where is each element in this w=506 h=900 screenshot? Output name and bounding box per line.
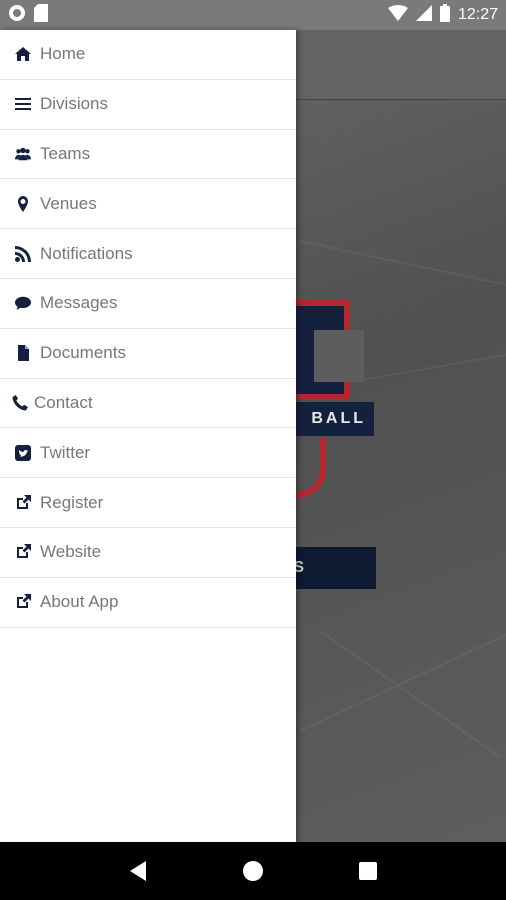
external-link-icon — [12, 593, 34, 611]
status-left-icons — [8, 3, 48, 27]
menu-item-label: Register — [40, 492, 104, 512]
menu-item-divisions[interactable]: Divisions — [0, 80, 296, 130]
external-link-icon — [12, 494, 34, 512]
menu-item-teams[interactable]: Teams — [0, 130, 296, 180]
back-icon[interactable] — [118, 851, 158, 891]
users-icon — [12, 145, 34, 163]
menu-item-website[interactable]: Website — [0, 528, 296, 578]
status-bar: 12:27 — [0, 0, 506, 30]
home-circle-icon[interactable] — [233, 851, 273, 891]
signal-icon — [415, 4, 432, 26]
menu-item-label: Documents — [40, 343, 126, 363]
status-time: 12:27 — [457, 6, 498, 23]
menu-item-documents[interactable]: Documents — [0, 329, 296, 379]
navigation-drawer: Home Divisions Teams Venues Notification… — [0, 30, 296, 842]
menu-item-notifications[interactable]: Notifications — [0, 229, 296, 279]
status-right-icons: 12:27 — [387, 3, 498, 27]
external-link-icon — [12, 543, 34, 561]
circle-notification-icon — [8, 4, 26, 27]
menu-item-label: Teams — [40, 143, 91, 163]
battery-icon — [439, 3, 450, 27]
menu-item-label: Contact — [34, 392, 93, 412]
map-marker-icon — [12, 195, 34, 213]
menu-item-home[interactable]: Home — [0, 30, 296, 80]
document-icon — [12, 344, 34, 362]
sim-card-icon — [34, 3, 48, 27]
menu-item-label: Twitter — [40, 442, 91, 462]
menu-item-twitter[interactable]: Twitter — [0, 428, 296, 479]
menu-item-label: Messages — [40, 293, 118, 313]
menu-item-label: Venues — [40, 193, 97, 213]
menu-item-venues[interactable]: Venues — [0, 179, 296, 230]
menu-item-label: Website — [40, 542, 102, 562]
rss-icon — [12, 245, 34, 263]
menu-item-label: Home — [40, 44, 86, 64]
list-icon — [12, 95, 34, 113]
system-navigation-bar — [0, 842, 506, 900]
menu-item-messages[interactable]: Messages — [0, 279, 296, 329]
wifi-icon — [387, 4, 408, 26]
twitter-icon — [12, 444, 34, 462]
menu-item-label: Divisions — [40, 94, 109, 114]
comment-icon — [12, 294, 34, 312]
menu-item-label: Notifications — [40, 243, 133, 263]
phone-icon — [12, 394, 28, 412]
menu-item-label: About App — [40, 592, 119, 612]
menu-item-register[interactable]: Register — [0, 478, 296, 528]
menu-item-contact[interactable]: Contact — [0, 379, 296, 429]
home-icon — [12, 45, 34, 63]
recents-icon[interactable] — [348, 851, 388, 891]
menu-item-about-app[interactable]: About App — [0, 578, 296, 628]
